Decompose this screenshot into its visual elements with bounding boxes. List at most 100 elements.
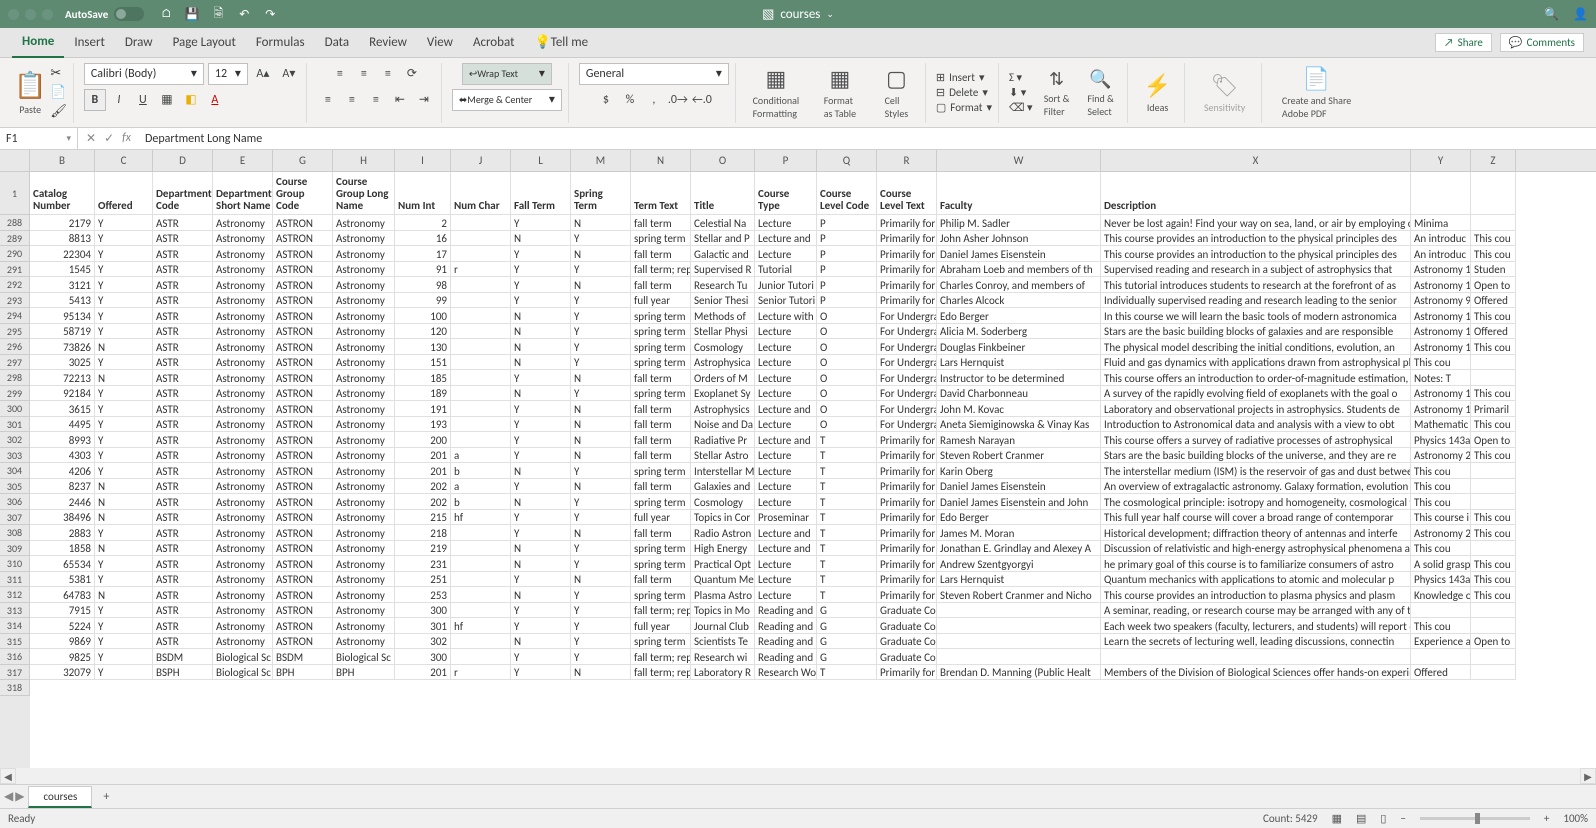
cell[interactable]: spring term: [631, 463, 691, 479]
cell[interactable]: Y: [511, 510, 571, 526]
cell[interactable]: Y: [571, 231, 631, 247]
align-left-icon[interactable]: ≡: [317, 89, 339, 111]
cell[interactable]: Astronomy: [333, 525, 395, 541]
tab-acrobat[interactable]: Acrobat: [463, 28, 525, 58]
cell[interactable]: This cou: [1411, 618, 1471, 634]
cell[interactable]: Lecture: [755, 215, 817, 231]
cell[interactable]: Primarily for: [877, 525, 937, 541]
name-box[interactable]: F1▾: [0, 128, 78, 149]
cell[interactable]: For Undergra: [877, 308, 937, 324]
cell[interactable]: fall term: [631, 525, 691, 541]
cell[interactable]: Astronomy 1: [1411, 324, 1471, 340]
cell[interactable]: Y: [511, 246, 571, 262]
cell[interactable]: Y: [571, 556, 631, 572]
cell[interactable]: [451, 541, 511, 557]
cell[interactable]: ASTRON: [273, 293, 333, 309]
cell[interactable]: N: [571, 417, 631, 433]
cell[interactable]: 300: [395, 649, 451, 665]
cell[interactable]: This cou: [1411, 479, 1471, 495]
cell[interactable]: O: [817, 355, 877, 371]
cell[interactable]: Astronomy: [333, 355, 395, 371]
cell[interactable]: This cou: [1471, 572, 1516, 588]
cell[interactable]: An overview of extragalactic astronomy. …: [1101, 479, 1411, 495]
window-controls[interactable]: [8, 9, 53, 20]
cell[interactable]: Graduate Course: [877, 634, 937, 650]
cell[interactable]: Astronomy 1: [1411, 401, 1471, 417]
cell[interactable]: Interstellar M: [691, 463, 755, 479]
cell[interactable]: P: [817, 277, 877, 293]
header-cell[interactable]: Course Group Code: [273, 172, 333, 215]
cell[interactable]: [451, 572, 511, 588]
cell[interactable]: N: [95, 370, 153, 386]
cell[interactable]: This course provides an introduction to …: [1101, 587, 1411, 603]
cell[interactable]: 98: [395, 277, 451, 293]
cell[interactable]: r: [451, 262, 511, 278]
cell[interactable]: BSDM: [153, 649, 213, 665]
cell[interactable]: Daniel James Eisenstein: [937, 479, 1101, 495]
cell[interactable]: Astronomy 1: [1411, 308, 1471, 324]
cell[interactable]: Y: [95, 324, 153, 340]
cell[interactable]: Noise and Da: [691, 417, 755, 433]
cell[interactable]: ASTRON: [273, 231, 333, 247]
cell[interactable]: This course provides an introduction to …: [1101, 231, 1411, 247]
cell[interactable]: Astronomy: [333, 231, 395, 247]
header-cell[interactable]: Faculty: [937, 172, 1101, 215]
cell[interactable]: Andrew Szentgyorgyi: [937, 556, 1101, 572]
cell[interactable]: Topics in Mo: [691, 603, 755, 619]
cell[interactable]: Astronomy 2: [1411, 525, 1471, 541]
cell[interactable]: Laboratory and observational projects in…: [1101, 401, 1411, 417]
cell[interactable]: This course offers an introduction to or…: [1101, 370, 1411, 386]
undo-icon[interactable]: ↶: [236, 6, 252, 22]
cell[interactable]: Ramesh Narayan: [937, 432, 1101, 448]
cell[interactable]: ASTR: [153, 510, 213, 526]
cell[interactable]: Topics in Cor: [691, 510, 755, 526]
cell[interactable]: Astronomy: [213, 293, 273, 309]
cell[interactable]: [1471, 541, 1516, 557]
cell[interactable]: ASTR: [153, 572, 213, 588]
header-cell[interactable]: Description: [1101, 172, 1411, 215]
cell[interactable]: For Undergra: [877, 339, 937, 355]
column-header[interactable]: C: [95, 150, 153, 171]
cell[interactable]: fall term; rep: [631, 262, 691, 278]
cell[interactable]: Lecture: [755, 494, 817, 510]
chevron-down-icon[interactable]: ⌄: [826, 9, 834, 20]
cell[interactable]: Astronomy: [333, 246, 395, 262]
tab-draw[interactable]: Draw: [115, 28, 163, 58]
cell[interactable]: Astronomy: [213, 324, 273, 340]
cell[interactable]: 5381: [30, 572, 95, 588]
header-cell[interactable]: Offered: [95, 172, 153, 215]
cell[interactable]: 151: [395, 355, 451, 371]
column-header[interactable]: D: [153, 150, 213, 171]
cell[interactable]: [451, 246, 511, 262]
indent-left-icon[interactable]: ⇤: [389, 89, 411, 111]
cell[interactable]: 72213: [30, 370, 95, 386]
cell[interactable]: 4206: [30, 463, 95, 479]
cell[interactable]: ASTR: [153, 463, 213, 479]
view-normal-icon[interactable]: ▦: [1332, 812, 1342, 825]
cell[interactable]: Astronomy: [333, 401, 395, 417]
cell[interactable]: Astronomy 9: [1411, 293, 1471, 309]
cell[interactable]: Physics 143a: [1411, 432, 1471, 448]
cell[interactable]: Astronomy: [333, 308, 395, 324]
header-cell[interactable]: Spring Term: [571, 172, 631, 215]
cell[interactable]: spring term: [631, 339, 691, 355]
cell[interactable]: Open to: [1471, 432, 1516, 448]
underline-button[interactable]: U: [132, 89, 154, 111]
merge-center-button[interactable]: ⬌ Merge & Center▾: [452, 89, 562, 111]
cell[interactable]: Astronomy: [213, 572, 273, 588]
row-header[interactable]: 315: [0, 634, 30, 650]
cell[interactable]: G: [817, 634, 877, 650]
cell[interactable]: [451, 587, 511, 603]
comments-button[interactable]: 💬Comments: [1500, 33, 1584, 52]
autosum-button[interactable]: Σ ▾: [1009, 71, 1033, 84]
cell[interactable]: [451, 308, 511, 324]
cell[interactable]: This cou: [1411, 541, 1471, 557]
cell[interactable]: BPH: [333, 665, 395, 681]
cell[interactable]: [937, 634, 1101, 650]
cell[interactable]: spring term: [631, 634, 691, 650]
cell[interactable]: Astronomy: [213, 541, 273, 557]
cell[interactable]: 200: [395, 432, 451, 448]
cell[interactable]: N: [511, 494, 571, 510]
autosave-toggle[interactable]: [114, 7, 144, 21]
spreadsheet-grid[interactable]: BCDEGHIJLMNOPQRWXYZ 12882892902912922932…: [0, 150, 1596, 768]
